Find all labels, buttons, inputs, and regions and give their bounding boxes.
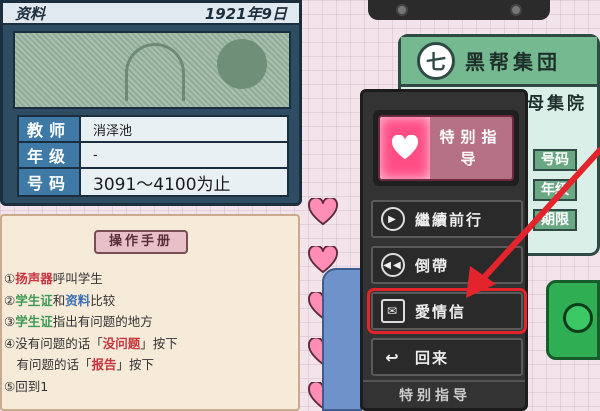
glowing-heart-icon xyxy=(380,117,430,179)
manual-step: ①扬声器呼叫学生 xyxy=(4,268,178,290)
rewind-icon: ◀◀ xyxy=(381,253,405,277)
love-letter-icon: ✉ xyxy=(381,299,405,323)
menu-bottom-label: 特别指导 xyxy=(363,380,525,410)
manual-step: ⑤回到1 xyxy=(4,376,178,398)
photo-tree xyxy=(217,39,267,89)
manual-step-text: ① xyxy=(4,271,16,286)
manual-step-text: 有问题的话「 xyxy=(4,357,92,372)
info-value: 3091～4100为止 xyxy=(93,174,231,195)
special-guidance-frame: 特别指导 xyxy=(373,110,519,186)
info-date: 1921年9日 xyxy=(204,4,287,23)
manual-step-text: 学生证 xyxy=(15,314,53,329)
smile-face-icon xyxy=(563,303,593,333)
action-menu: 特别指导 ▶ 繼續前行 ◀◀ 倒帶 ✉ 愛情信 ↩ 回来 特别指导 xyxy=(360,89,528,411)
info-value: - xyxy=(93,147,98,163)
gang-logo-icon: 七 xyxy=(417,41,455,80)
manual-step: ④没有问题的话「没问题」按下 xyxy=(4,333,178,355)
info-card: 资料 1921年9日 教师 消泽池 年级 - 号码 3091～4100为止 xyxy=(0,0,302,206)
menu-continue-button[interactable]: ▶ 繼續前行 xyxy=(371,200,523,238)
gang-title: 黑帮集団 xyxy=(465,50,561,74)
manual-step-text: 没问题 xyxy=(102,335,141,351)
operation-manual: 操作手册 ①扬声器呼叫学生 ②学生证和资料比较 ③学生证指出有问题的地方 ④没有问题的… xyxy=(0,214,300,411)
manual-steps: ①扬声器呼叫学生 ②学生证和资料比较 ③学生证指出有问题的地方 ④没有问题的话「没问题… xyxy=(4,268,178,397)
gang-field-term: 期限 xyxy=(533,209,577,231)
special-guidance-button[interactable]: 特别指导 xyxy=(378,115,514,181)
info-header: 资料 1921年9日 xyxy=(3,3,299,25)
approve-button[interactable] xyxy=(546,280,600,360)
info-key: 号码 xyxy=(19,169,81,195)
gang-subtitle: 母集院 xyxy=(527,94,587,114)
info-row-grade: 年级 - xyxy=(19,143,287,169)
menu-item-label: 繼續前行 xyxy=(415,210,484,229)
manual-step-text: 资料 xyxy=(65,292,91,308)
manual-step-text: 」按下 xyxy=(116,357,155,372)
manual-step-text: 和 xyxy=(52,292,66,308)
manual-step-text: 指出有问题的地方 xyxy=(52,314,153,329)
gang-field-number: 号码 xyxy=(533,149,577,171)
character-sleeve xyxy=(322,268,362,411)
top-badge xyxy=(368,0,550,20)
manual-step-text: 学生证 xyxy=(15,292,53,308)
photo-arch xyxy=(124,43,185,101)
menu-item-label: 愛情信 xyxy=(415,302,467,321)
menu-item-label: 倒帶 xyxy=(415,256,450,275)
manual-step-text: ⑤回到1 xyxy=(4,378,49,394)
manual-title: 操作手册 xyxy=(94,230,188,254)
school-photo xyxy=(13,31,291,109)
info-table: 教师 消泽池 年级 - 号码 3091～4100为止 xyxy=(17,115,289,197)
info-value: 消泽池 xyxy=(93,123,133,139)
info-row-number: 号码 3091～4100为止 xyxy=(19,169,287,195)
play-icon: ▶ xyxy=(381,207,405,231)
info-key: 年级 xyxy=(19,143,81,167)
info-title: 资料 xyxy=(15,4,46,23)
manual-step-text: 呼叫学生 xyxy=(52,271,103,286)
return-arrow-icon: ↩ xyxy=(385,347,401,367)
manual-step-text: ③ xyxy=(4,314,16,329)
info-row-teacher: 教师 消泽池 xyxy=(19,117,287,143)
menu-return-button[interactable]: ↩ 回来 xyxy=(371,338,523,376)
manual-step: ③学生证指出有问题的地方 xyxy=(4,311,178,333)
manual-step-text: 扬声器 xyxy=(15,271,53,286)
manual-step: 有问题的话「报告」按下 xyxy=(4,354,178,376)
manual-step-text: 」按下 xyxy=(140,335,178,351)
heart-icon xyxy=(308,196,338,226)
menu-item-label: 回来 xyxy=(415,348,450,367)
info-key: 教师 xyxy=(19,117,81,141)
manual-step-text: 报告 xyxy=(91,357,117,372)
gang-header: 七 黑帮集団 xyxy=(401,37,597,87)
menu-love-letter-button[interactable]: ✉ 愛情信 xyxy=(367,288,527,334)
manual-step: ②学生证和资料比较 xyxy=(4,290,178,312)
manual-step-text: ② xyxy=(4,292,16,308)
menu-rewind-button[interactable]: ◀◀ 倒帶 xyxy=(371,246,523,284)
manual-step-text: 比较 xyxy=(90,292,116,308)
manual-step-text: ④没有问题的话「 xyxy=(4,335,103,351)
gang-field-grade: 年级 xyxy=(533,179,577,201)
special-guidance-label: 特别指导 xyxy=(430,117,512,179)
